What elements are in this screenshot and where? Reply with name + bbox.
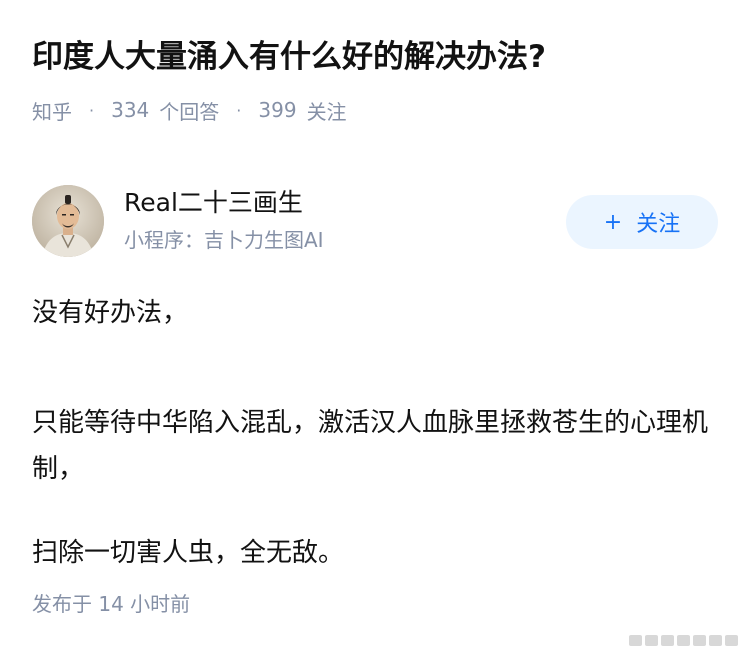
source-label[interactable]: 知乎 <box>32 96 72 125</box>
question-meta: 知乎 · 334 个回答 · 399 关注 <box>32 94 347 126</box>
followers-label[interactable]: 关注 <box>307 96 347 125</box>
follow-label: 关注 <box>636 212 681 237</box>
plus-icon: + <box>603 209 623 235</box>
answer-paragraph: 扫除一切害人虫，全无敌。 <box>32 538 345 568</box>
author-subtitle: 小程序：吉卜力生图AI <box>124 228 324 252</box>
avatar-portrait-icon <box>32 185 104 257</box>
followers-count: 399 <box>258 98 297 122</box>
separator-dot: · <box>89 100 95 120</box>
author-name[interactable]: Real二十三画生 <box>124 186 303 220</box>
answers-label[interactable]: 个回答 <box>159 96 219 125</box>
answer-paragraph: 只能等待中华陷入混乱，激活汉人血脉里拯救苍生的心理机制， <box>32 408 709 484</box>
author-row: Real二十三画生 小程序：吉卜力生图AI + 关注 <box>32 185 718 261</box>
answer-paragraph: 没有好办法， <box>32 298 189 328</box>
separator-dot: · <box>236 100 242 120</box>
publish-time: 发布于 14 小时前 <box>32 592 191 616</box>
question-title[interactable]: 印度人大量涌入有什么好的解决办法? <box>32 34 722 80</box>
answers-count: 334 <box>111 98 150 122</box>
follow-button[interactable]: + 关注 <box>566 195 718 249</box>
avatar[interactable] <box>32 185 104 257</box>
answer-card: 印度人大量涌入有什么好的解决办法? 知乎 · 334 个回答 · 399 关注 <box>0 0 750 654</box>
watermark <box>629 635 738 646</box>
